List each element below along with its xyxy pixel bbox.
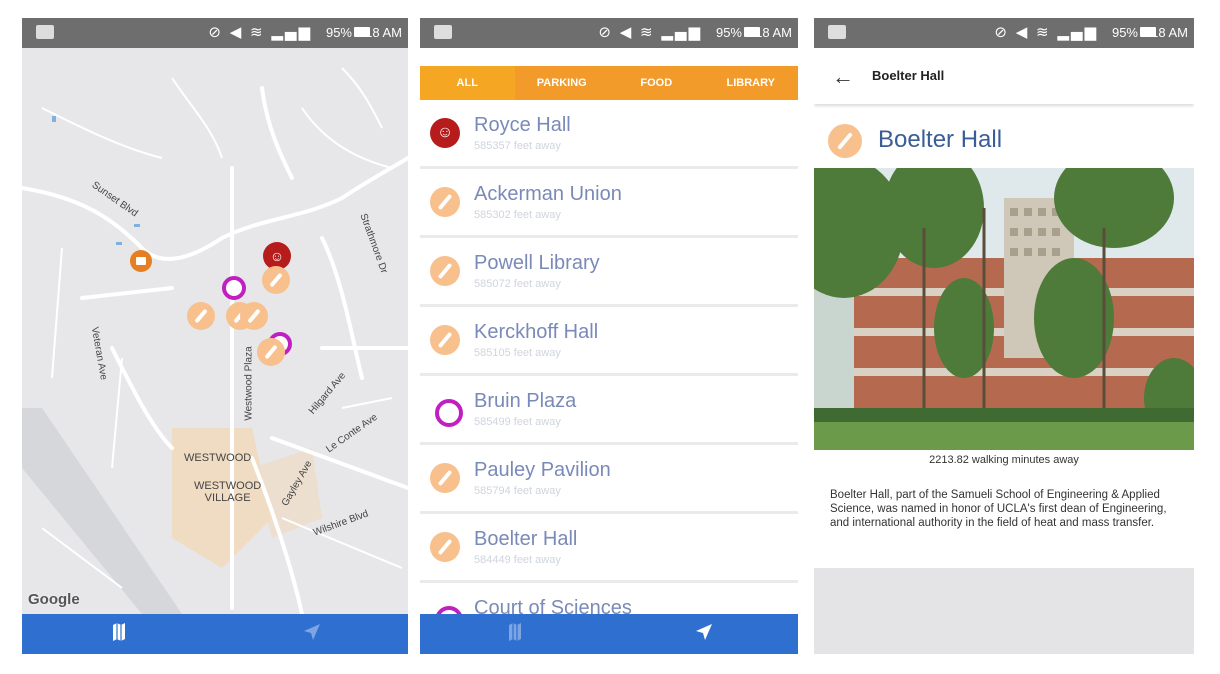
back-arrow-icon[interactable]: ←	[832, 64, 854, 90]
pencil-icon	[247, 308, 261, 324]
location-pin[interactable]	[187, 302, 215, 330]
clock: 3:18 AM	[1140, 25, 1188, 40]
place-name: Royce Hall	[474, 114, 571, 136]
map-label-westwood-village: WESTWOOD VILLAGE	[194, 480, 262, 504]
tab-all[interactable]: ALL	[420, 66, 515, 100]
place-distance: 584449 feet away	[474, 554, 561, 566]
place-name: Boelter Hall	[474, 528, 578, 550]
place-distance: 585794 feet away	[474, 485, 561, 497]
clock: 3:18 AM	[744, 25, 792, 40]
app-bar-title: Boelter Hall	[872, 68, 945, 83]
status-icons: ⊘ ◀ ≋ ▂▄▆	[994, 23, 1098, 41]
status-bar: ⊘ ◀ ≋ ▂▄▆ 95% 3:18 AM	[22, 18, 408, 48]
clock: 3:18 AM	[354, 25, 402, 40]
place-distance: 585357 feet away	[474, 140, 561, 152]
tab-library[interactable]: LIBRARY	[703, 66, 798, 100]
status-bar: ⊘ ◀ ≋ ▂▄▆ 95% 3:18 AM	[420, 18, 798, 48]
notification-icon	[36, 25, 54, 39]
battery-level: 95%	[715, 25, 742, 40]
notification-icon	[434, 25, 452, 39]
place-distance: 585072 feet away	[474, 278, 561, 290]
campus-map[interactable]: Sunset Blvd Westwood Plaza WESTWOOD WEST…	[22, 48, 408, 614]
battery-level: 95%	[325, 25, 352, 40]
status-icons: ⊘ ◀ ≋ ▂▄▆	[208, 23, 312, 41]
parking-pin[interactable]	[130, 250, 152, 272]
location-pin[interactable]	[262, 266, 290, 294]
place-name: Ackerman Union	[474, 183, 622, 205]
list-item[interactable]: Ackerman Union 585302 feet away	[420, 169, 798, 238]
place-distance: 585499 feet away	[474, 416, 561, 428]
place-name: Kerckhoff Hall	[474, 321, 599, 343]
theater-icon: ☺	[430, 118, 460, 148]
footer-area	[814, 568, 1194, 654]
map-label-westwood-plaza: Westwood Plaza	[243, 346, 255, 421]
map-nav-icon[interactable]	[112, 622, 126, 642]
notification-icon	[828, 25, 846, 39]
google-logo: Google	[28, 591, 80, 608]
pencil-icon	[194, 308, 208, 324]
place-title: Boelter Hall	[878, 126, 1003, 153]
map-screen: ⊘ ◀ ≋ ▂▄▆ 95% 3:18 AM Sunset Blvd Westwo…	[22, 18, 408, 654]
nearby-nav-icon[interactable]	[694, 622, 714, 642]
place-name: Powell Library	[474, 252, 600, 274]
list-item[interactable]: Boelter Hall 584449 feet away	[420, 514, 798, 583]
bottom-navigation	[420, 614, 798, 654]
pencil-icon	[269, 272, 283, 288]
theater-icon: ☺	[269, 248, 285, 264]
tab-spacer	[420, 48, 798, 66]
place-distance: 585302 feet away	[474, 209, 561, 221]
list-screen: ⊘ ◀ ≋ ▂▄▆ 95% 3:18 AM ALL PARKING FOOD L…	[420, 18, 798, 654]
list-item[interactable]: Bruin Plaza 585499 feet away	[420, 376, 798, 445]
detail-screen: ⊘ ◀ ≋ ▂▄▆ 95% 3:18 AM ← Boelter Hall Boe…	[814, 18, 1194, 654]
pencil-icon	[430, 187, 460, 217]
pencil-icon	[430, 463, 460, 493]
app-bar: ← Boelter Hall	[814, 48, 1194, 104]
place-name: Court of Sciences	[474, 597, 632, 614]
place-name: Pauley Pavilion	[474, 459, 611, 481]
status-icons: ⊘ ◀ ≋ ▂▄▆	[598, 23, 702, 41]
camera-icon	[435, 399, 463, 427]
pencil-icon	[430, 256, 460, 286]
list-item[interactable]: ☺ Royce Hall 585357 feet away	[420, 100, 798, 169]
camera-icon	[435, 606, 463, 614]
list-item[interactable]: Pauley Pavilion 585794 feet away	[420, 445, 798, 514]
list-item[interactable]: Kerckhoff Hall 585105 feet away	[420, 307, 798, 376]
place-header: Boelter Hall	[814, 114, 1194, 170]
bottom-navigation	[22, 614, 408, 654]
map-nav-icon[interactable]	[508, 622, 522, 642]
tab-parking[interactable]: PARKING	[514, 66, 609, 100]
bruin-plaza-pin[interactable]	[222, 276, 246, 300]
pencil-icon	[828, 124, 862, 158]
status-bar: ⊘ ◀ ≋ ▂▄▆ 95% 3:18 AM	[814, 18, 1194, 48]
pencil-icon	[430, 325, 460, 355]
place-name: Bruin Plaza	[474, 390, 577, 412]
list-item[interactable]: Court of Sciences	[420, 583, 798, 614]
nearby-nav-icon[interactable]	[302, 622, 322, 642]
location-pin[interactable]	[257, 338, 285, 366]
location-pin[interactable]	[240, 302, 268, 330]
list-item[interactable]: Powell Library 585072 feet away	[420, 238, 798, 307]
pencil-icon	[430, 532, 460, 562]
place-description: Boelter Hall, part of the Samueli School…	[830, 489, 1167, 529]
place-distance: 585105 feet away	[474, 347, 561, 359]
category-tabs: ALL PARKING FOOD LIBRARY	[420, 66, 798, 100]
building-photo	[814, 168, 1194, 450]
map-roads	[22, 48, 408, 614]
folder-icon	[136, 257, 146, 265]
tab-food[interactable]: FOOD	[609, 66, 704, 100]
pencil-icon	[264, 344, 278, 360]
places-list: ☺ Royce Hall 585357 feet away Ackerman U…	[420, 100, 798, 614]
battery-level: 95%	[1111, 25, 1138, 40]
walking-time: 2213.82 walking minutes away	[929, 454, 1079, 466]
map-label-westwood: WESTWOOD	[184, 452, 252, 464]
